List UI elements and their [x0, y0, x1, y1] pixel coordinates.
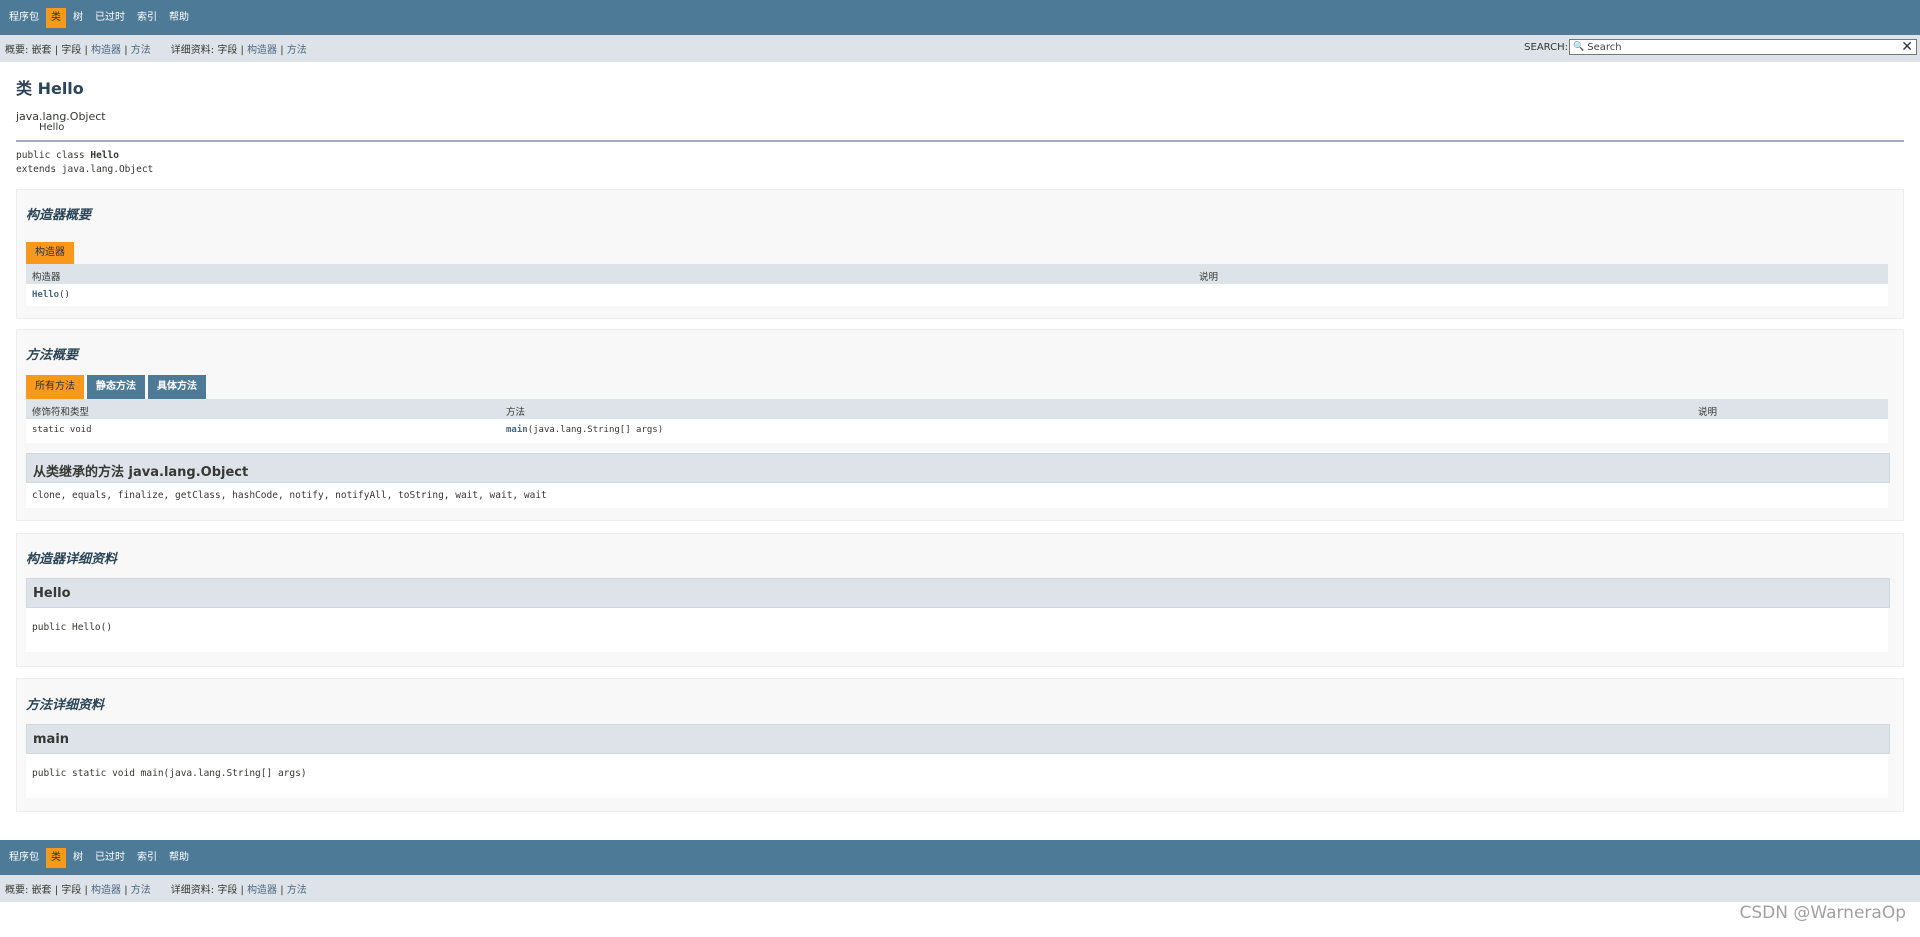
- csdn-watermark: CSDN @WarneraOp: [1739, 903, 1906, 923]
- constructor-detail-section: 构造器详细资料 Hello public Hello(): [16, 533, 1904, 667]
- inherited-methods-list: clone, equals, finalize, getClass, hashC…: [26, 483, 1888, 508]
- summary-nested: 嵌套: [31, 45, 52, 56]
- inherited-methods-text: clone, equals, finalize, getClass, hashC…: [32, 490, 547, 501]
- method-link-main[interactable]: main: [506, 425, 528, 435]
- bottom-sub-nav-bar: 概要: 嵌套 | 字段 | 构造器 | 方法 详细资料: 字段 | 构造器 | …: [0, 875, 1920, 902]
- detail-constructor-link[interactable]: 构造器: [247, 885, 277, 896]
- tab-constructors[interactable]: 构造器: [26, 242, 74, 264]
- constructor-tabs: 构造器: [26, 242, 77, 264]
- nav-class: 类: [46, 847, 66, 868]
- method-signature: public static void main(java.lang.String…: [32, 768, 307, 779]
- detail-prefix: 详细资料:: [170, 885, 215, 896]
- method-modifier: static void: [32, 425, 92, 435]
- constructor-signature: public Hello(): [32, 622, 113, 633]
- method-signature-block: public static void main(java.lang.String…: [26, 754, 1888, 798]
- class-declaration: public class Hello: [16, 150, 119, 161]
- nav-tree[interactable]: 树: [68, 848, 88, 868]
- summary-nested: 嵌套: [31, 885, 52, 896]
- tab-concrete-methods[interactable]: 具体方法: [148, 375, 206, 399]
- method-detail-header: main: [26, 724, 1890, 754]
- tab-all-methods[interactable]: 所有方法: [26, 375, 84, 399]
- col-description: 说明: [1199, 272, 1219, 283]
- summary-method-link[interactable]: 方法: [131, 45, 151, 56]
- method-summary-section: 方法概要 所有方法 静态方法 具体方法 修饰符和类型 方法 说明 static …: [16, 329, 1904, 521]
- detail-constructor-link[interactable]: 构造器: [247, 45, 277, 56]
- declaration-name: Hello: [90, 150, 119, 161]
- nav-package[interactable]: 程序包: [4, 8, 44, 28]
- detail-method-link[interactable]: 方法: [287, 885, 307, 896]
- nav-index[interactable]: 索引: [132, 8, 162, 28]
- declaration-prefix: public class: [16, 150, 91, 161]
- summary-field: 字段: [61, 45, 82, 56]
- nav-help[interactable]: 帮助: [164, 8, 194, 28]
- nav-index[interactable]: 索引: [132, 848, 162, 868]
- search-icon: 🔍: [1573, 42, 1585, 52]
- inherited-methods-heading: 从类继承的方法 java.lang.Object: [33, 465, 249, 480]
- detail-links: 详细资料: 字段 | 构造器 | 方法: [170, 45, 307, 56]
- method-detail-name: main: [33, 732, 70, 747]
- sub-nav-bar: 概要: 嵌套 | 字段 | 构造器 | 方法 详细资料: 字段 | 构造器 | …: [0, 35, 1920, 62]
- search-input[interactable]: 🔍 Search ✕: [1569, 39, 1917, 55]
- method-params: (java.lang.String[] args): [527, 425, 664, 435]
- constructor-detail-header: Hello: [26, 578, 1890, 608]
- search-label: SEARCH:: [1524, 42, 1568, 53]
- summary-field: 字段: [61, 885, 82, 896]
- detail-prefix: 详细资料:: [170, 45, 215, 56]
- col-description: 说明: [1698, 407, 1718, 418]
- constructor-params: (): [59, 290, 70, 300]
- col-modifier-type: 修饰符和类型: [32, 407, 90, 418]
- method-summary-heading: 方法概要: [26, 348, 79, 363]
- constructor-table-header: 构造器 说明: [26, 264, 1888, 284]
- bottom-nav-bar: 程序包 类 树 已过时 索引 帮助: [0, 840, 1920, 875]
- nav-tree[interactable]: 树: [68, 8, 88, 28]
- class-extends: extends java.lang.Object: [16, 164, 154, 175]
- constructor-link-hello[interactable]: Hello: [32, 290, 59, 300]
- detail-links: 详细资料: 字段 | 构造器 | 方法: [170, 885, 307, 896]
- summary-links: 概要: 嵌套 | 字段 | 构造器 | 方法: [5, 45, 151, 56]
- header-divider: [16, 140, 1904, 142]
- table-row: Hello(): [26, 284, 1888, 306]
- clear-search-icon[interactable]: ✕: [1901, 40, 1916, 54]
- nav-package[interactable]: 程序包: [4, 848, 44, 868]
- summary-prefix: 概要:: [5, 885, 29, 896]
- col-method: 方法: [506, 407, 526, 418]
- nav-class: 类: [46, 7, 66, 28]
- nav-deprecated[interactable]: 已过时: [90, 848, 130, 868]
- summary-method-link[interactable]: 方法: [131, 885, 151, 896]
- constructor-summary-section: 构造器概要 构造器 构造器 说明 Hello(): [16, 189, 1904, 319]
- summary-prefix: 概要:: [5, 45, 29, 56]
- constructor-detail-heading: 构造器详细资料: [26, 552, 118, 567]
- nav-deprecated[interactable]: 已过时: [90, 8, 130, 28]
- top-nav-bar: 程序包 类 树 已过时 索引 帮助: [0, 0, 1920, 35]
- tab-static-methods[interactable]: 静态方法: [87, 375, 145, 399]
- summary-constructor-link[interactable]: 构造器: [91, 45, 121, 56]
- method-tabs: 所有方法 静态方法 具体方法: [26, 375, 209, 399]
- nav-help[interactable]: 帮助: [164, 848, 194, 868]
- inherited-methods-header: 从类继承的方法 java.lang.Object: [26, 453, 1890, 483]
- constructor-detail-name: Hello: [33, 586, 71, 601]
- detail-field: 字段: [217, 885, 238, 896]
- constructor-summary-heading: 构造器概要: [26, 208, 92, 223]
- col-constructor: 构造器: [32, 272, 61, 283]
- inheritance-child: Hello: [39, 122, 65, 133]
- method-detail-heading: 方法详细资料: [26, 698, 105, 713]
- method-detail-section: 方法详细资料 main public static void main(java…: [16, 678, 1904, 812]
- constructor-signature-block: public Hello(): [26, 608, 1888, 652]
- detail-method-link[interactable]: 方法: [287, 45, 307, 56]
- search-placeholder: Search: [1587, 41, 1622, 53]
- detail-field: 字段: [217, 45, 238, 56]
- table-row: static void main(java.lang.String[] args…: [26, 419, 1888, 443]
- summary-links: 概要: 嵌套 | 字段 | 构造器 | 方法: [5, 885, 151, 896]
- summary-constructor-link[interactable]: 构造器: [91, 885, 121, 896]
- method-table-header: 修饰符和类型 方法 说明: [26, 399, 1888, 419]
- page-title: 类 Hello: [16, 79, 84, 98]
